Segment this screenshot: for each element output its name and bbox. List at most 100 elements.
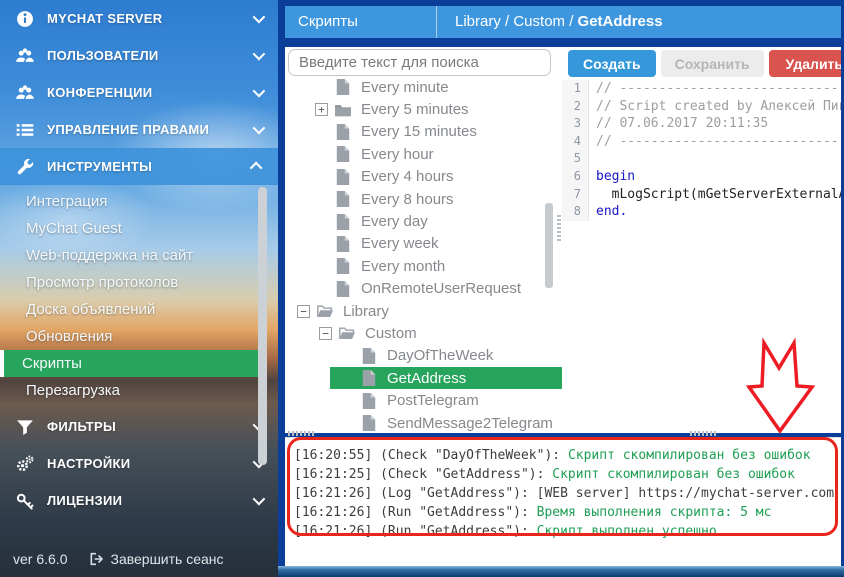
code-text: // 07.06.2017 20:11:35 <box>589 115 768 133</box>
editor-toolbar: Создать Сохранить Удалить <box>562 47 841 80</box>
sidebar-item-label: НАСТРОЙКИ <box>47 456 253 471</box>
sidebar-item-label: КОНФЕРЕНЦИИ <box>47 85 253 100</box>
tree-scrollbar[interactable] <box>545 203 553 288</box>
sidebar-item-settings[interactable]: НАСТРОЙКИ <box>0 445 278 482</box>
file-icon <box>335 258 352 274</box>
code-line: 2// Script created by Алексей Пикур <box>562 98 841 116</box>
version-label: ver 6.6.0 <box>13 551 67 567</box>
panel-splitter-horizontal[interactable] <box>288 431 314 436</box>
tree-item[interactable]: Every 8 hours <box>285 188 562 210</box>
tree-item[interactable]: Every 15 minutes <box>285 121 562 143</box>
submenu-item[interactable]: Интеграция <box>0 188 278 215</box>
sidebar-item-mychat-server[interactable]: MYCHAT SERVER <box>0 0 278 37</box>
file-icon <box>335 191 352 207</box>
tree-item[interactable]: + Every 5 minutes <box>285 98 562 120</box>
chevron-down-icon <box>253 48 266 61</box>
collapse-icon[interactable]: − <box>319 327 332 340</box>
tree-item[interactable]: Every minute <box>285 76 562 98</box>
file-icon <box>335 214 352 230</box>
tree-item[interactable]: GetAddress <box>285 367 562 389</box>
code-text: // -------------------------------------… <box>589 80 841 98</box>
tree-item[interactable]: − Custom <box>285 322 562 344</box>
sidebar-item-licenses[interactable]: ЛИЦЕНЗИИ <box>0 482 278 519</box>
collapse-icon[interactable]: − <box>297 305 310 318</box>
log-line: [16:21:26] (Log "GetAddress"): [WEB serv… <box>294 484 841 503</box>
file-icon <box>335 281 352 297</box>
tree-item[interactable]: Every day <box>285 210 562 232</box>
tree-item-label: GetAddress <box>387 370 466 387</box>
code-line: 4// ------------------------------------… <box>562 133 841 151</box>
sidebar-item-label: MYCHAT SERVER <box>47 11 253 26</box>
panel-splitter-vertical[interactable] <box>557 215 561 241</box>
tree-item[interactable]: Every week <box>285 233 562 255</box>
file-icon <box>335 169 352 185</box>
line-number: 1 <box>562 80 589 98</box>
tree-item[interactable]: Every hour <box>285 143 562 165</box>
tree-item[interactable]: OnRemoteUserRequest <box>285 278 562 300</box>
sidebar-item-filters[interactable]: ФИЛЬТРЫ <box>0 408 278 445</box>
tree-item-label: Custom <box>365 325 417 342</box>
sidebar-item-label: ЛИЦЕНЗИИ <box>47 493 253 508</box>
tree-item[interactable]: Every 4 hours <box>285 166 562 188</box>
code-editor-panel: Создать Сохранить Удалить 1// ----------… <box>562 47 841 433</box>
panel-splitter-horizontal[interactable] <box>690 431 716 436</box>
tree-item-label: SendMessage2Telegram <box>387 415 553 432</box>
tree-item-label: OnRemoteUserRequest <box>361 280 521 297</box>
tree-item-label: Every day <box>361 213 428 230</box>
chevron-down-icon <box>253 85 266 98</box>
sidebar-item-users[interactable]: ПОЛЬЗОВАТЕЛИ <box>0 37 278 74</box>
page-title-tab: Скрипты <box>285 6 437 38</box>
log-line: [16:20:55] (Check "DayOfTheWeek"): Скрип… <box>294 446 841 465</box>
sidebar-item-conferences[interactable]: КОНФЕРЕНЦИИ <box>0 74 278 111</box>
submenu-item[interactable]: Перезагрузка <box>0 377 278 404</box>
submenu-item[interactable]: MyChat Guest <box>0 215 278 242</box>
submenu-item[interactable]: Web-поддержка на сайт <box>0 242 278 269</box>
code-line: 1// ------------------------------------… <box>562 80 841 98</box>
sidebar-item-label: ИНСТРУМЕНТЫ <box>47 159 253 174</box>
chevron-down-icon <box>253 122 266 135</box>
tree-item[interactable]: PostTelegram <box>285 389 562 411</box>
code-line: 6begin <box>562 168 841 186</box>
logout-label: Завершить сеанс <box>110 551 223 567</box>
file-icon <box>361 370 378 386</box>
save-button[interactable]: Сохранить <box>661 50 764 77</box>
log-line: [16:21:25] (Check "GetAddress"): Скрипт … <box>294 465 841 484</box>
code-text: mLogScript(mGetServerExternalAd <box>589 186 841 204</box>
sidebar-item-tools[interactable]: ИНСТРУМЕНТЫ <box>0 148 278 185</box>
tree-item[interactable]: DayOfTheWeek <box>285 345 562 367</box>
submenu-item[interactable]: Скрипты <box>0 350 258 377</box>
folder-open-icon <box>317 303 334 319</box>
delete-button[interactable]: Удалить <box>769 50 841 77</box>
sidebar-item-rights-management[interactable]: УПРАВЛЕНИЕ ПРАВАМИ <box>0 111 278 148</box>
logout-icon <box>88 551 104 567</box>
create-button[interactable]: Создать <box>568 50 656 77</box>
folder-open-icon <box>339 325 356 341</box>
file-icon <box>361 415 378 431</box>
sidebar-top-menu: MYCHAT SERVER ПОЛЬЗОВАТЕЛИ КОНФЕРЕНЦИИ УПРА… <box>0 0 278 185</box>
file-icon <box>335 79 352 95</box>
submenu-item[interactable]: Обновления <box>0 323 278 350</box>
logout-button[interactable]: Завершить сеанс <box>88 551 223 567</box>
tools-submenu: ИнтеграцияMyChat GuestWeb-поддержка на с… <box>0 185 278 408</box>
file-icon <box>361 348 378 364</box>
tree-item[interactable]: −Library <box>285 300 562 322</box>
submenu-item[interactable]: Просмотр протоколов <box>0 269 278 296</box>
tree-item[interactable]: SendMessage2Telegram <box>285 412 562 433</box>
expand-icon[interactable]: + <box>315 103 328 116</box>
search-input[interactable] <box>288 49 551 76</box>
line-number: 2 <box>562 98 589 116</box>
code-line: 7 mLogScript(mGetServerExternalAd <box>562 186 841 204</box>
submenu-item[interactable]: Доска объявлений <box>0 296 278 323</box>
tree-item-label: Every hour <box>361 146 434 163</box>
code-editor[interactable]: 1// ------------------------------------… <box>562 80 841 433</box>
sidebar-bottom-menu: ФИЛЬТРЫ НАСТРОЙКИ ЛИЦЕНЗИИ <box>0 408 278 519</box>
code-text: begin <box>589 168 635 186</box>
sidebar-scrollbar[interactable] <box>258 187 267 465</box>
log-line: [16:21:26] (Run "GetAddress"): Время вып… <box>294 503 841 522</box>
tree-item-label: Every 5 minutes <box>361 101 469 118</box>
sidebar: MYCHAT SERVER ПОЛЬЗОВАТЕЛИ КОНФЕРЕНЦИИ УПРА… <box>0 0 278 577</box>
tree-item[interactable]: Every month <box>285 255 562 277</box>
script-tree-panel: Every minute + Every 5 minutes Every 15 min… <box>285 47 562 433</box>
script-tree: Every minute + Every 5 minutes Every 15 min… <box>285 76 562 433</box>
sidebar-footer: ver 6.6.0 Завершить сеанс <box>13 551 224 567</box>
